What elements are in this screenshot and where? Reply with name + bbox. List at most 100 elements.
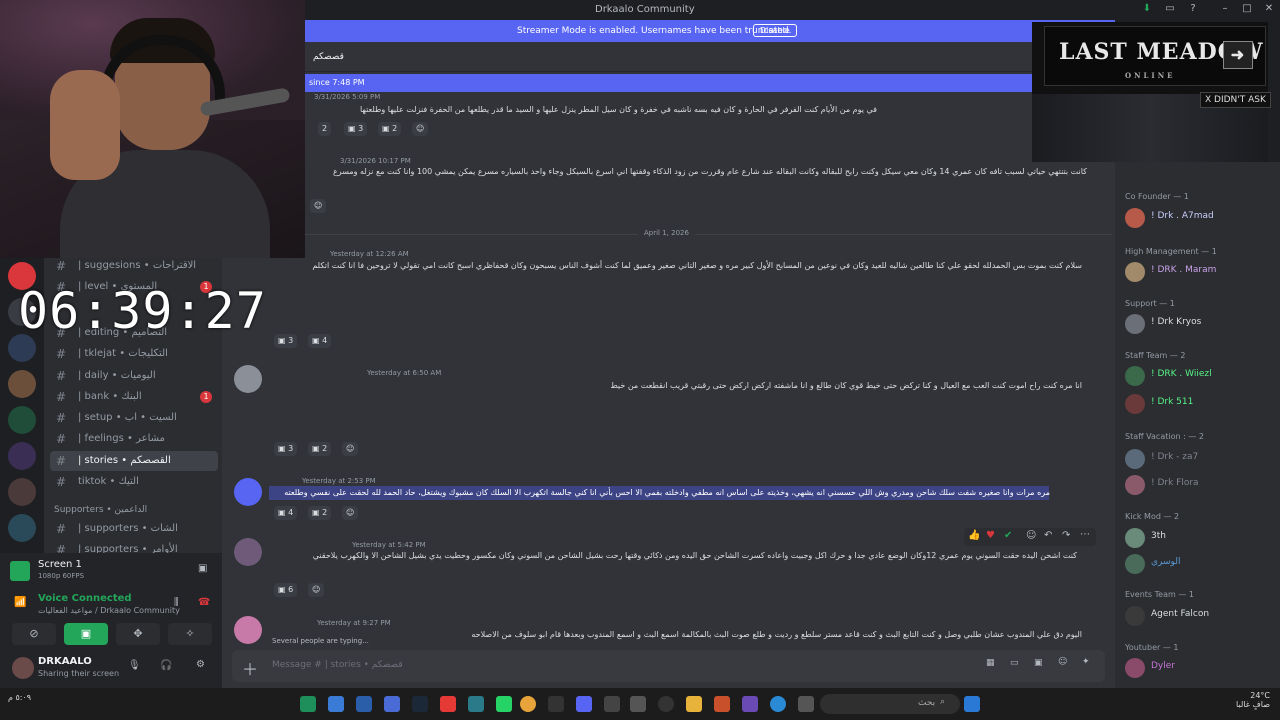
member-item[interactable]: Agent Falcon <box>1123 604 1278 628</box>
store-icon[interactable] <box>742 696 758 712</box>
add-reaction-button[interactable]: ☺ <box>342 442 359 456</box>
avatar[interactable] <box>234 478 262 506</box>
close-button[interactable]: ✕ <box>1262 3 1276 17</box>
minimize-button[interactable]: – <box>1218 3 1232 17</box>
headphones-icon[interactable]: 🎧 <box>160 660 172 671</box>
app-icon[interactable] <box>630 696 646 712</box>
server-icon[interactable] <box>8 442 36 470</box>
heart-icon[interactable]: ♥ <box>986 530 995 541</box>
inbox-icon[interactable]: ▭ <box>1163 3 1177 17</box>
camera-button[interactable]: ⊘ <box>12 623 56 645</box>
member-item[interactable]: ! Drk 511 <box>1123 392 1278 416</box>
reaction[interactable]: 2 <box>318 122 332 136</box>
app-icon[interactable] <box>356 696 372 712</box>
app-icon[interactable] <box>468 696 484 712</box>
whatsapp-icon[interactable] <box>496 696 512 712</box>
screen-share-card[interactable]: Screen 1 1080p 60FPS ▣ <box>10 559 215 583</box>
disable-button[interactable]: Disable <box>753 24 797 37</box>
apps-icon[interactable]: ✦ <box>1082 657 1090 667</box>
add-reaction-button[interactable]: ☺ <box>342 506 359 520</box>
channel-item[interactable]: # | tklejat • التكليجات <box>50 344 218 364</box>
member-item[interactable]: ! Drk Kryos <box>1123 312 1278 336</box>
channel-item[interactable]: # | bank • البنك 1 <box>50 387 218 407</box>
avatar[interactable] <box>234 365 262 393</box>
reaction[interactable]: ▣ 3 <box>274 334 298 348</box>
reaction[interactable]: ▣ 6 <box>274 583 298 597</box>
app-icon[interactable] <box>300 696 316 712</box>
member-item[interactable]: ! DRK . Maram <box>1123 260 1278 284</box>
stop-stream-icon[interactable]: ▣ <box>198 563 207 574</box>
add-reaction-button[interactable]: ☺ <box>412 122 429 136</box>
app-icon[interactable] <box>440 696 456 712</box>
new-messages-bar[interactable]: since 7:48 PM <box>305 74 1035 92</box>
reaction[interactable]: ▣ 3 <box>344 122 368 136</box>
steam-icon[interactable] <box>412 696 428 712</box>
microphone-icon[interactable]: 🎙 <box>128 660 141 671</box>
server-icon[interactable] <box>8 478 36 506</box>
voice-channel-name[interactable]: مواعيد الفعاليات / Drkaalo Community <box>38 606 180 615</box>
server-icon[interactable] <box>8 370 36 398</box>
app-icon[interactable] <box>604 696 620 712</box>
forward-icon[interactable]: ↷ <box>1062 530 1070 541</box>
discord-icon[interactable] <box>576 696 592 712</box>
add-reaction-button[interactable]: ☺ <box>308 583 325 597</box>
folder-icon[interactable] <box>686 696 702 712</box>
chrome-icon[interactable] <box>520 696 536 712</box>
check-icon[interactable]: ✔ <box>1004 530 1012 541</box>
activities-button[interactable]: ✥ <box>116 623 160 645</box>
maximize-button[interactable]: □ <box>1240 3 1254 17</box>
noise-suppression-icon[interactable]: ⫼ <box>174 597 179 608</box>
avatar[interactable] <box>234 538 262 566</box>
server-icon[interactable] <box>8 406 36 434</box>
gift-icon[interactable]: ▦ <box>986 658 995 668</box>
thumbs-up-icon[interactable]: 👍 <box>968 530 980 541</box>
emoji-icon[interactable]: ☺ <box>1026 530 1036 541</box>
username[interactable]: DRKAALO <box>38 656 92 667</box>
member-item[interactable]: 3th <box>1123 526 1278 550</box>
search-box[interactable]: بحث ⌕ <box>820 694 960 714</box>
category-header[interactable]: Supporters • الداعمين <box>54 505 147 515</box>
screen-share-button[interactable]: ▣ <box>64 623 108 645</box>
more-icon[interactable]: ⋯ <box>1080 529 1090 540</box>
gif-icon[interactable]: ▭ <box>1010 658 1019 668</box>
server-icon[interactable] <box>8 514 36 542</box>
app-icon[interactable] <box>548 696 564 712</box>
taskbar-clock[interactable]: ٥:٠٩ م <box>8 693 31 702</box>
disconnect-icon[interactable]: ☎ <box>198 597 210 608</box>
edge-icon[interactable] <box>770 696 786 712</box>
sticker-icon[interactable]: ▣ <box>1034 658 1043 668</box>
channel-item[interactable]: # | supporters • الشات <box>50 519 218 539</box>
member-item[interactable]: ! Drk Flora <box>1123 473 1278 497</box>
reaction[interactable]: ▣ 4 <box>274 506 298 520</box>
avatar[interactable] <box>12 657 34 679</box>
reaction[interactable]: ▣ 3 <box>274 442 298 456</box>
voice-connected-label[interactable]: Voice Connected <box>38 593 132 604</box>
add-attachment-icon[interactable]: ＋ <box>242 656 258 680</box>
settings-icon[interactable]: ⚙ <box>196 659 205 670</box>
avatar[interactable] <box>234 616 262 644</box>
reaction[interactable]: ▣ 2 <box>308 506 332 520</box>
reply-icon[interactable]: ↶ <box>1044 530 1052 541</box>
channel-item[interactable]: # | supporters • الأوامر <box>50 540 218 553</box>
task-view-icon[interactable] <box>798 696 814 712</box>
help-icon[interactable]: ? <box>1186 3 1200 17</box>
member-item[interactable]: ! Drk . A7mad <box>1123 206 1278 230</box>
channel-item[interactable]: # tiktok • التيك <box>50 472 218 492</box>
weather-widget[interactable]: 24°C صافٍ غالبا <box>1226 691 1270 709</box>
windows-start-icon[interactable] <box>964 696 980 712</box>
channel-item[interactable]: # | setup • السيت • اب <box>50 408 218 428</box>
obs-icon[interactable] <box>658 696 674 712</box>
member-item[interactable]: الوسري <box>1123 552 1278 576</box>
channel-item[interactable]: # | daily • اليوميات <box>50 366 218 386</box>
message-input[interactable]: ＋ Message # | stories • قصصكم ▦ ▭ ▣ ☺ ✦ <box>232 650 1105 682</box>
update-icon[interactable]: ⬇ <box>1140 3 1154 17</box>
soundboard-button[interactable]: ✧ <box>168 623 212 645</box>
member-item[interactable]: Dyler <box>1123 656 1278 680</box>
emoji-picker-icon[interactable]: ☺ <box>1058 657 1067 667</box>
channel-item-active[interactable]: # | stories • القصصكم <box>50 451 218 471</box>
app-icon[interactable] <box>714 696 730 712</box>
app-icon[interactable] <box>384 696 400 712</box>
member-item[interactable]: ! DRK . Wiiezl <box>1123 364 1278 388</box>
add-reaction-button[interactable]: ☺ <box>310 199 327 213</box>
reaction[interactable]: ▣ 2 <box>308 442 332 456</box>
